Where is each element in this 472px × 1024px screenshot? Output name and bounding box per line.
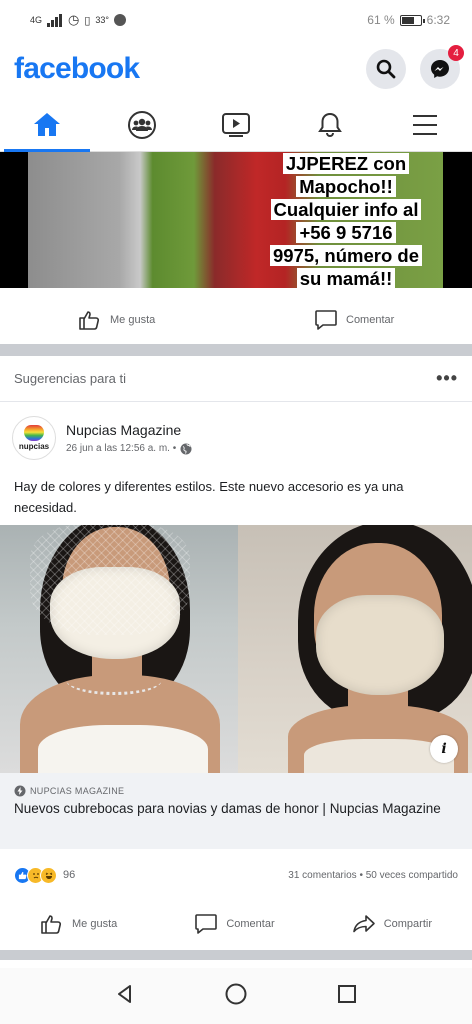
clock: 6:32 xyxy=(426,13,450,27)
search-button[interactable] xyxy=(366,49,406,89)
tab-groups[interactable] xyxy=(94,98,188,151)
messenger-badge: 4 xyxy=(448,45,464,61)
previous-comment-label: Comentar xyxy=(346,314,395,326)
post-header: nupcias Nupcias Magazine 26 jun a las 12… xyxy=(0,408,472,468)
post-actions: Me gusta Comentar Compartir xyxy=(0,902,472,946)
like-label: Me gusta xyxy=(72,918,118,930)
status-bar: 4G ◷ ▯ 33° 61 % 6:32 xyxy=(0,0,472,40)
main-tabs xyxy=(0,98,472,152)
feed-separator xyxy=(0,950,472,960)
info-button[interactable]: i xyxy=(430,735,458,763)
link-title: Nuevos cubrebocas para novias y damas de… xyxy=(14,801,441,816)
suggestions-title: Sugerencias para ti xyxy=(14,371,127,386)
hamburger-icon xyxy=(412,114,437,135)
alarm-icon: ◷ xyxy=(68,12,80,27)
haha-reaction-icon xyxy=(40,866,57,884)
messenger-button[interactable]: 4 xyxy=(420,45,464,89)
comment-icon xyxy=(195,914,218,934)
temperature-label: 33° xyxy=(95,15,110,25)
tab-home[interactable] xyxy=(0,98,94,152)
comment-count[interactable]: 31 comentarios xyxy=(288,870,356,881)
reactions-summary[interactable]: 96 31 comentarios • 50 veces compartido xyxy=(0,860,472,890)
home-circle-icon xyxy=(225,983,247,1004)
search-icon xyxy=(376,59,396,79)
thumbs-up-icon xyxy=(79,311,100,330)
thumbs-up-icon xyxy=(41,915,62,934)
tab-menu[interactable] xyxy=(378,98,472,151)
post-timestamp[interactable]: 26 jun a las 12:56 a. m. • xyxy=(66,443,176,454)
battery-percent: 61 % xyxy=(367,13,395,27)
tab-watch[interactable] xyxy=(189,98,283,151)
link-preview[interactable]: NUPCIAS MAGAZINE Nuevos cubrebocas para … xyxy=(0,773,472,849)
tab-notifications[interactable] xyxy=(283,98,377,151)
previous-post-actions: Me gusta Comentar xyxy=(0,296,472,344)
previous-like-button[interactable]: Me gusta xyxy=(78,309,155,331)
feed-separator xyxy=(0,344,472,356)
previous-post-overlay-text: JJPEREZ con Mapocho!! Cualquier info al … xyxy=(256,152,436,288)
previous-comment-button[interactable]: Comentar xyxy=(314,309,394,331)
app-bar: facebook 4 xyxy=(0,40,472,98)
bolt-icon xyxy=(14,785,26,797)
watch-icon xyxy=(222,112,251,137)
reaction-count: 96 xyxy=(63,869,76,881)
back-button[interactable] xyxy=(114,983,136,1010)
share-count[interactable]: 50 veces compartido xyxy=(366,870,458,881)
comment-button[interactable]: Comentar xyxy=(194,913,275,935)
post-text: Hay de colores y diferentes estilos. Est… xyxy=(14,479,404,515)
comment-icon xyxy=(315,310,337,330)
post-meta: 26 jun a las 12:56 a. m. • xyxy=(66,443,192,455)
more-options-button[interactable]: ••• xyxy=(436,368,458,389)
messenger-icon xyxy=(431,60,449,78)
home-icon xyxy=(34,112,61,136)
like-button[interactable]: Me gusta xyxy=(40,913,117,935)
back-triangle-icon xyxy=(118,984,131,1003)
signal-icon xyxy=(47,13,63,27)
recents-square-icon xyxy=(338,984,356,1003)
page-name[interactable]: Nupcias Magazine xyxy=(66,422,192,438)
battery-icon xyxy=(399,14,425,26)
link-domain: NUPCIAS MAGAZINE xyxy=(14,785,458,797)
system-nav-bar xyxy=(0,968,472,1024)
suggestions-header: Sugerencias para ti ••• xyxy=(0,356,472,402)
previous-post-image[interactable]: JJPEREZ con Mapocho!! Cualquier info al … xyxy=(0,152,472,288)
previous-like-label: Me gusta xyxy=(110,314,156,326)
facebook-logo[interactable]: facebook xyxy=(14,52,140,86)
network-label: 4G xyxy=(30,15,43,25)
photo-mask-veil xyxy=(0,525,238,773)
share-label: Compartir xyxy=(383,918,432,930)
home-nav-button[interactable] xyxy=(224,982,248,1011)
share-icon xyxy=(352,915,375,933)
recents-button[interactable] xyxy=(336,983,358,1010)
post-media[interactable]: i xyxy=(0,525,472,773)
groups-icon xyxy=(127,110,156,139)
photo-mask-lace: i xyxy=(238,525,472,773)
avatar-text: nupcias xyxy=(18,442,50,451)
bell-icon xyxy=(318,112,343,137)
comment-label: Comentar xyxy=(226,918,275,930)
rainbow-heart-icon xyxy=(24,425,44,441)
messenger-notification-icon xyxy=(114,14,127,26)
vibrate-icon: ▯ xyxy=(84,14,91,27)
share-button[interactable]: Compartir xyxy=(352,913,432,935)
globe-icon xyxy=(180,443,192,454)
engagement-counts: 31 comentarios • 50 veces compartido xyxy=(288,869,458,881)
page-avatar[interactable]: nupcias xyxy=(12,416,56,460)
